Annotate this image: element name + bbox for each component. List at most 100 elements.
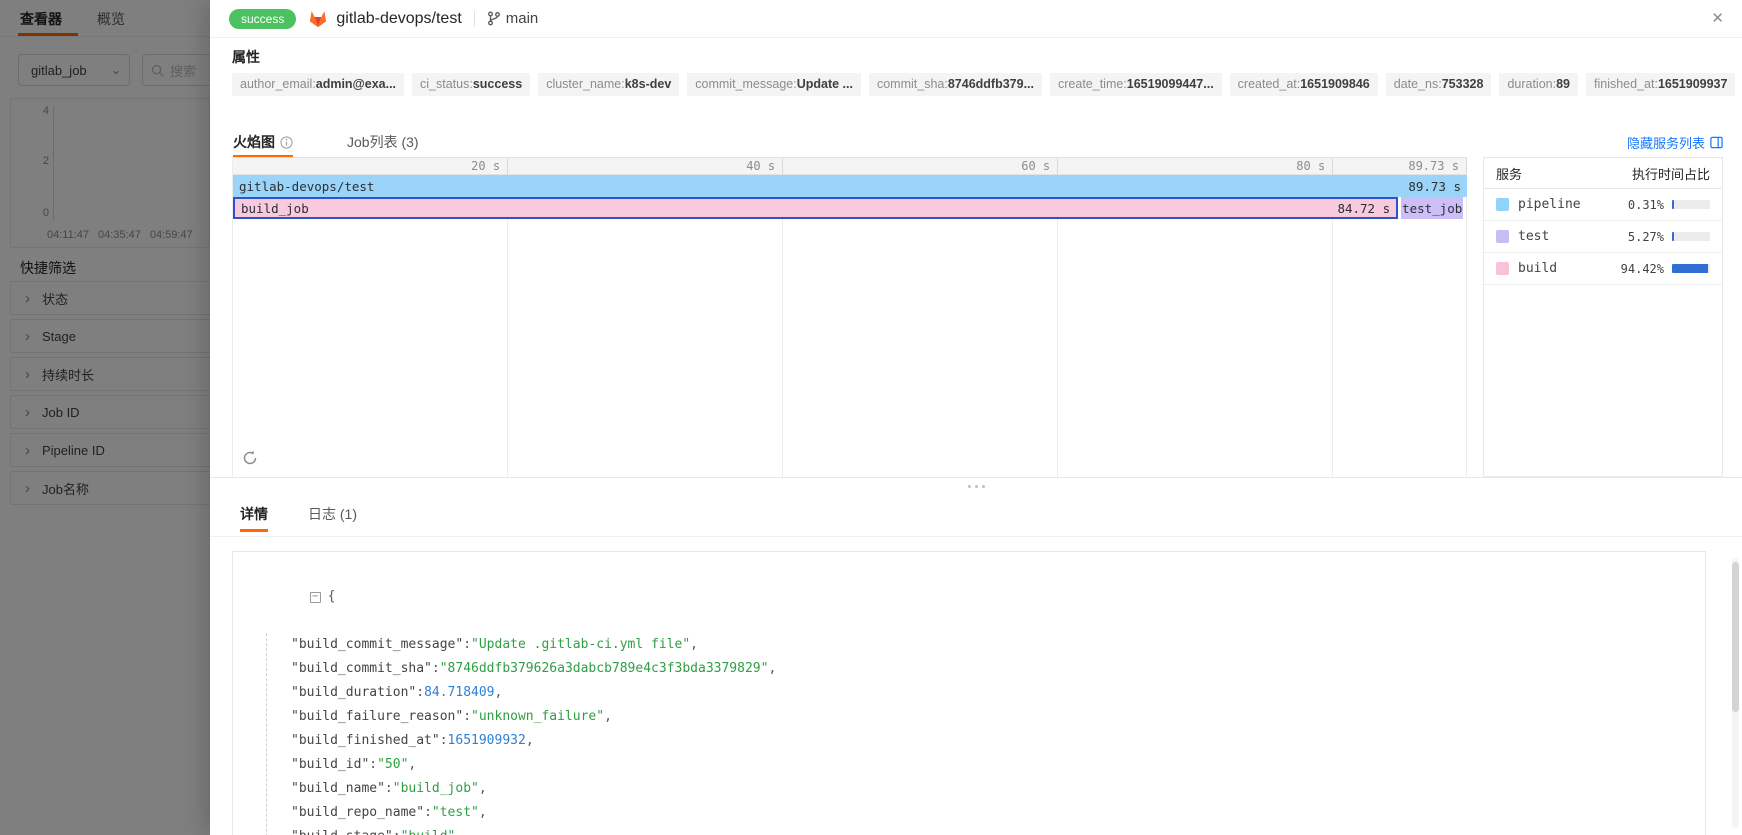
refresh-icon[interactable] <box>241 449 259 467</box>
tag-value: 753328 <box>1441 77 1484 91</box>
service-row[interactable]: pipeline 0.31% <box>1484 189 1722 221</box>
flame-grid <box>233 175 1467 477</box>
grid-column <box>508 175 784 477</box>
scrollbar[interactable] <box>1732 558 1739 828</box>
ratio-col-header: 执行时间占比 <box>1631 166 1710 182</box>
tab-job-list-label: Job列表 (3) <box>347 134 419 150</box>
service-list-panel: 服务 执行时间占比 pipeline 0.31% test 5.27% build 94.… <box>1483 157 1723 477</box>
axis-tick: 40 s <box>508 158 784 174</box>
modal-dim-overlay[interactable] <box>0 0 210 835</box>
tag-key: duration: <box>1507 77 1557 91</box>
flame-time-axis: 20 s 40 s 60 s 80 s 89.73 s <box>233 157 1467 175</box>
json-line: "build_commit_message":"Update .gitlab-c… <box>291 633 1691 657</box>
json-comma: , <box>408 757 417 772</box>
tag-value: Update ... <box>796 77 853 91</box>
json-key: "build_commit_message" <box>291 637 464 652</box>
json-colon: : <box>439 733 448 748</box>
json-key: "build_finished_at" <box>291 733 440 748</box>
service-name: test <box>1518 229 1550 244</box>
tab-flame-graph[interactable]: 火焰图 <box>233 127 293 158</box>
span-root[interactable]: gitlab-devops/test 89.73 s <box>233 175 1467 197</box>
tag-value: success <box>472 77 523 91</box>
branch-label: main <box>487 10 539 27</box>
json-line: "build_failure_reason":"unknown_failure"… <box>291 705 1691 729</box>
json-value: "build" <box>401 829 456 835</box>
json-value: 1651909932 <box>447 733 526 748</box>
ratio-bar-track <box>1672 200 1710 209</box>
flame-graph: 20 s 40 s 60 s 80 s 89.73 s gitlab-devops/te… <box>232 157 1467 477</box>
json-key: "build_stage" <box>291 829 393 835</box>
json-comma: , <box>478 781 487 796</box>
json-value: "Update .gitlab-ci.yml file" <box>471 637 691 652</box>
trace-viewer-page: 查看器 概览 gitlab_job ⌄ 搜索 4 2 0 04:11:47 04… <box>0 0 1742 835</box>
detail-tabs: 详情 日志 (1) <box>210 491 1742 537</box>
attribute-tag: finished_at:1651909937 <box>1586 73 1736 96</box>
json-key: "build_repo_name" <box>291 805 425 820</box>
tag-value: 89 <box>1556 77 1570 91</box>
tab-job-list[interactable]: Job列表 (3) <box>347 127 419 157</box>
span-build_job[interactable]: build_job 84.72 s <box>233 197 1399 219</box>
ratio-bar-track <box>1672 264 1710 273</box>
service-ratio-group: 5.27% <box>1628 230 1710 244</box>
branch-name: main <box>505 10 539 27</box>
json-colon: : <box>463 709 472 724</box>
service-color-swatch <box>1496 198 1509 211</box>
json-value: "test" <box>431 805 479 820</box>
tab-flame-graph-label: 火焰图 <box>233 134 275 150</box>
attribute-tag-row: author_email:admin@exa... ci_status:succe… <box>232 73 1736 96</box>
span-label: test_job <box>1402 200 1463 216</box>
service-ratio: 94.42% <box>1620 261 1664 276</box>
axis-tick: 89.73 s <box>1333 158 1467 174</box>
collapse-panel-icon <box>1710 136 1723 148</box>
json-colon: : <box>424 805 432 820</box>
span-duration: 84.72 s <box>1337 200 1391 216</box>
tag-key: author_email: <box>240 77 316 91</box>
service-row[interactable]: build 94.42% <box>1484 253 1722 285</box>
json-comma: , <box>690 637 698 652</box>
gitlab-logo-icon <box>310 11 327 28</box>
attribute-tag: cluster_name:k8s-dev <box>538 73 680 96</box>
hide-services-link[interactable]: 隐藏服务列表 <box>1627 133 1723 152</box>
ratio-bar-fill <box>1672 200 1674 209</box>
json-comma: , <box>494 685 503 700</box>
grid-column <box>1333 175 1467 477</box>
tag-value: 1651909846 <box>1300 77 1370 91</box>
git-branch-icon <box>487 11 500 26</box>
json-value: "50" <box>377 757 409 772</box>
close-icon[interactable]: ✕ <box>1711 11 1724 26</box>
span-root-duration: 89.73 s <box>1408 178 1461 194</box>
attribute-tag: commit_message:Update ... <box>687 73 861 96</box>
tab-detail[interactable]: 详情 <box>240 491 268 537</box>
trace-title: gitlab-devops/test <box>336 9 462 27</box>
attribute-tag: create_time:16519099447... <box>1050 73 1222 96</box>
json-line: "build_repo_name":"test", <box>291 801 1691 825</box>
service-ratio-group: 94.42% <box>1621 262 1710 276</box>
tab-logs[interactable]: 日志 (1) <box>308 491 357 537</box>
collapse-node-icon[interactable]: − <box>309 591 321 603</box>
attribute-tag: author_email:admin@exa... <box>232 73 405 96</box>
tag-key: finished_at: <box>1594 77 1658 91</box>
json-line: "build_stage":"build", <box>291 825 1691 835</box>
divider <box>473 10 475 27</box>
attribute-tag: commit_sha:8746ddfb379... <box>868 73 1042 96</box>
json-key: "build_commit_sha" <box>291 661 432 676</box>
tag-value: 16519099447... <box>1126 77 1214 91</box>
flame-row-jobs: build_job 84.72 s test_job <box>233 197 1467 219</box>
span-test_job[interactable]: test_job <box>1401 197 1464 219</box>
json-key: "build_duration" <box>291 685 417 700</box>
tag-key: commit_message: <box>695 77 797 91</box>
json-line: "build_name":"build_job", <box>291 777 1691 801</box>
ratio-bar-fill <box>1672 232 1674 241</box>
tag-value: 8746ddfb379... <box>947 77 1034 91</box>
span-detail-json: −{ "build_commit_message":"Update .gitla… <box>232 551 1706 835</box>
attribute-tag: ci_status:success <box>412 73 531 96</box>
json-key: "build_id" <box>291 757 370 772</box>
service-col-header: 服务 <box>1496 166 1523 182</box>
json-value: "8746ddfb379626a3dabcb789e4c3f3bda337982… <box>439 661 769 676</box>
splitter-handle[interactable] <box>962 482 990 490</box>
ratio-bar-fill <box>1672 264 1708 273</box>
scrollbar-thumb[interactable] <box>1732 562 1739 712</box>
tag-key: date_ns: <box>1393 77 1442 91</box>
service-row[interactable]: test 5.27% <box>1484 221 1722 253</box>
service-name: build <box>1518 261 1558 276</box>
